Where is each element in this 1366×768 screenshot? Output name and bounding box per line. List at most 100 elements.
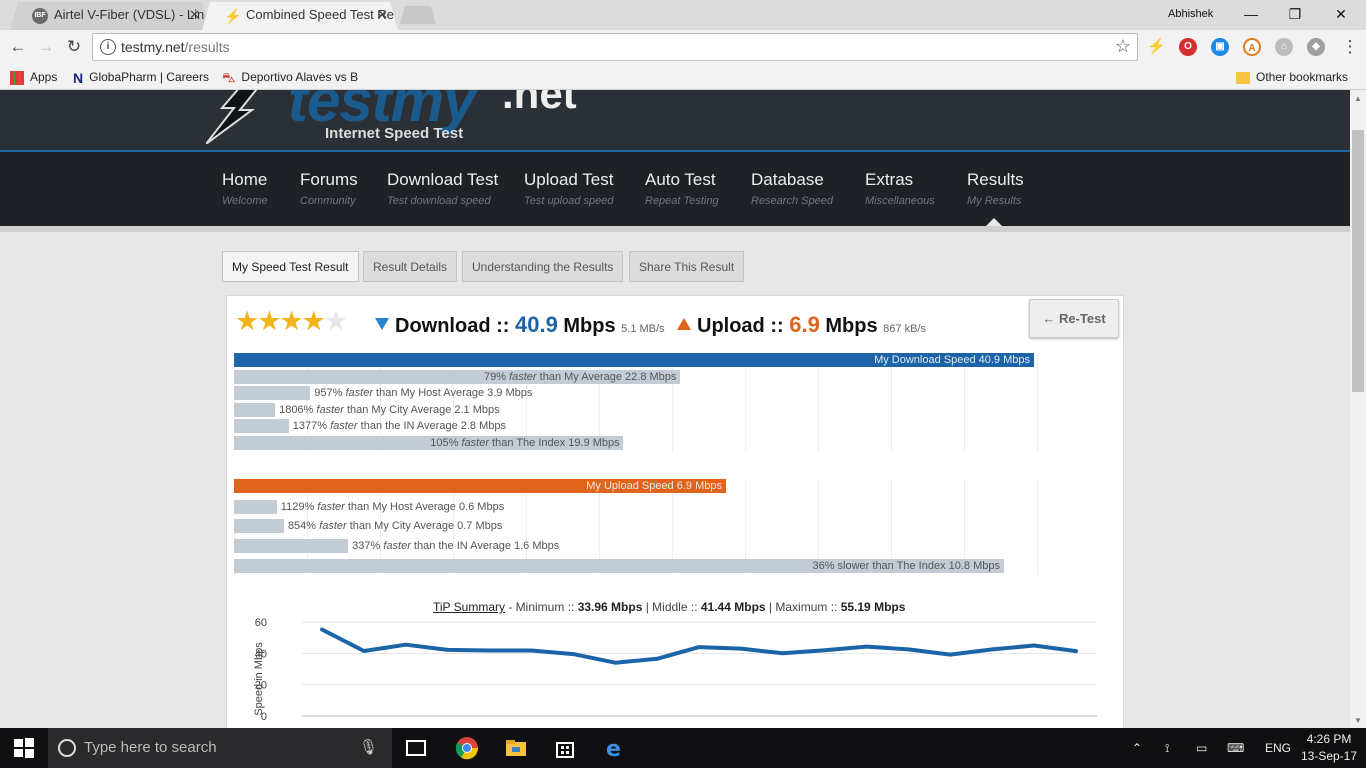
- chrome-app-icon[interactable]: [455, 736, 479, 760]
- speed-data-point[interactable]: [948, 653, 952, 657]
- speed-data-point[interactable]: [613, 661, 617, 665]
- extension-lightning-icon[interactable]: ⚡: [1147, 38, 1166, 56]
- rating-stars: ★★★★★: [235, 306, 348, 336]
- speed-data-point[interactable]: [488, 649, 492, 653]
- wifi-icon[interactable]: ⟟: [1165, 728, 1169, 768]
- browser-tab-testmy[interactable]: ⚡ Combined Speed Test Re ✕: [202, 2, 398, 30]
- page-scrollbar[interactable]: ▲ ▼: [1350, 90, 1366, 728]
- close-tab-icon[interactable]: ✕: [377, 2, 388, 28]
- speed-data-point[interactable]: [320, 628, 324, 632]
- extension-blue-icon[interactable]: ▣: [1211, 38, 1229, 56]
- retest-button[interactable]: ← Re-Test: [1029, 299, 1119, 338]
- nav-upload-test[interactable]: Upload Test Test upload speed: [524, 170, 614, 207]
- battery-icon[interactable]: ▭: [1196, 728, 1207, 768]
- tab-title: Combined Speed Test Re: [246, 7, 394, 22]
- clock-time: 4:26 PM: [1306, 732, 1352, 746]
- apps-grid-icon: [10, 70, 24, 85]
- download-compare-bar: [234, 419, 289, 433]
- nav-sublabel: Repeat Testing: [645, 195, 719, 207]
- upload-arrow-icon: [677, 318, 691, 330]
- close-window-button[interactable]: ✕: [1318, 3, 1364, 25]
- browser-tab-airtel[interactable]: IBF Airtel V-Fiber (VDSL) - Lin ✕: [10, 2, 210, 30]
- speed-data-point[interactable]: [362, 649, 366, 653]
- speed-data-point[interactable]: [529, 649, 533, 653]
- tab-understanding-results[interactable]: Understanding the Results: [462, 251, 624, 282]
- tip-max-label: | Maximum ::: [765, 600, 841, 614]
- nav-database[interactable]: Database Research Speed: [751, 170, 833, 207]
- maximize-button[interactable]: ❐: [1272, 3, 1318, 25]
- speed-data-point[interactable]: [655, 657, 659, 661]
- close-tab-icon[interactable]: ✕: [189, 2, 200, 28]
- bar-gridline: [964, 353, 965, 451]
- speed-data-point[interactable]: [697, 645, 701, 649]
- forward-arrow-icon[interactable]: →: [34, 35, 58, 59]
- scroll-up-icon[interactable]: ▲: [1354, 94, 1362, 103]
- language-indicator[interactable]: ENG: [1265, 728, 1291, 768]
- download-bar-label: 79% faster than My Average 22.8 Mbps: [484, 370, 677, 383]
- speed-data-point[interactable]: [906, 647, 910, 651]
- upload-bar-label: 36% slower than The Index 10.8 Mbps: [812, 559, 1000, 572]
- nav-forums[interactable]: Forums Community: [300, 170, 358, 207]
- bookmark-deportivo[interactable]: ⛍ Deportivo Alaves vs B: [222, 68, 362, 87]
- reload-icon[interactable]: ↻: [62, 35, 86, 59]
- chrome-menu-icon[interactable]: ⋮: [1338, 35, 1362, 59]
- bookmark-globapharm[interactable]: N GlobaPharm | Careers: [73, 68, 213, 87]
- tip-summary: TiP Summary - Minimum :: 33.96 Mbps | Mi…: [433, 600, 905, 614]
- speed-data-point[interactable]: [404, 643, 408, 647]
- scroll-down-icon[interactable]: ▼: [1354, 716, 1362, 725]
- nav-label: Results: [967, 170, 1024, 189]
- speed-data-point[interactable]: [990, 647, 994, 651]
- tab-result-details[interactable]: Result Details: [363, 251, 458, 282]
- tab-share-result[interactable]: Share This Result: [629, 251, 745, 282]
- windows-taskbar: Type here to search 🎙 e ⌃ ⟟ ▭ ⌨ ENG 4:26…: [0, 728, 1366, 768]
- download-label: Download ::: [395, 315, 510, 337]
- tab-my-speed-test-result[interactable]: My Speed Test Result: [222, 251, 359, 282]
- site-info-icon[interactable]: i: [100, 39, 116, 55]
- extension-opera-icon[interactable]: O: [1179, 38, 1197, 56]
- nav-extras[interactable]: Extras Miscellaneous: [865, 170, 935, 207]
- testmy-logo[interactable]: testmy .net Internet Speed Test: [206, 90, 626, 146]
- extension-orange-icon[interactable]: A: [1243, 38, 1261, 56]
- star-empty-icon: ★: [323, 306, 348, 336]
- speed-data-point[interactable]: [1074, 649, 1078, 653]
- address-bar[interactable]: i testmy.net/results ☆: [92, 33, 1138, 61]
- speed-data-point[interactable]: [823, 648, 827, 652]
- nav-results[interactable]: Results My Results: [967, 170, 1024, 207]
- nav-download-test[interactable]: Download Test Test download speed: [387, 170, 498, 207]
- nav-auto-test[interactable]: Auto Test Repeat Testing: [645, 170, 719, 207]
- bar-gridline: [1037, 479, 1038, 574]
- bookmark-apps[interactable]: Apps: [10, 68, 57, 86]
- windows-start-icon[interactable]: [12, 736, 36, 760]
- keyboard-icon[interactable]: ⌨: [1227, 728, 1244, 768]
- system-clock[interactable]: 4:26 PM 13-Sep-17: [1296, 731, 1362, 765]
- speed-data-point[interactable]: [446, 648, 450, 652]
- logo-subtitle: Internet Speed Test: [325, 125, 464, 142]
- speed-data-point[interactable]: [1032, 644, 1036, 647]
- profile-name[interactable]: Abhishek: [1168, 8, 1213, 20]
- tip-summary-link[interactable]: TiP Summary: [433, 600, 505, 614]
- taskbar-search-box[interactable]: Type here to search 🎙: [48, 728, 392, 768]
- speed-data-point[interactable]: [571, 652, 575, 656]
- speed-data-point[interactable]: [865, 645, 869, 649]
- speed-data-point[interactable]: [739, 647, 743, 651]
- bookmark-star-icon[interactable]: ☆: [1115, 36, 1131, 57]
- nav-sublabel: Test download speed: [387, 195, 491, 207]
- tray-chevron-icon[interactable]: ⌃: [1132, 728, 1142, 768]
- nav-label: Download Test: [387, 170, 499, 189]
- file-explorer-icon[interactable]: [504, 736, 528, 760]
- scroll-thumb[interactable]: [1352, 130, 1364, 392]
- extension-pdf-icon[interactable]: ⌂: [1275, 38, 1293, 56]
- download-summary: Download :: 40.9 Mbps 5.1 MB/s: [375, 312, 665, 338]
- store-icon[interactable]: [553, 736, 577, 760]
- upload-bar-label: 337% faster than the IN Average 1.6 Mbps: [352, 539, 560, 552]
- new-tab-button[interactable]: [400, 6, 436, 24]
- edge-icon[interactable]: e: [603, 736, 627, 760]
- back-arrow-icon[interactable]: ←: [6, 35, 30, 59]
- extension-grey-icon[interactable]: ◆: [1307, 38, 1325, 56]
- minimize-button[interactable]: —: [1228, 3, 1274, 25]
- microphone-icon[interactable]: 🎙: [359, 728, 378, 768]
- task-view-icon[interactable]: [404, 736, 428, 760]
- speed-data-point[interactable]: [781, 651, 785, 655]
- other-bookmarks[interactable]: Other bookmarks: [1236, 68, 1348, 86]
- nav-home[interactable]: Home Welcome: [222, 170, 268, 207]
